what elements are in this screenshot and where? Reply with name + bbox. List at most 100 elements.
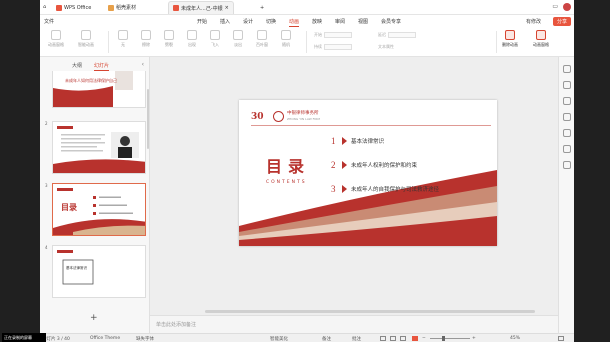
theme-name[interactable]: Office Theme	[90, 336, 120, 341]
sorter-view-icon[interactable]	[390, 336, 396, 341]
toc-arrow-icon	[342, 185, 347, 193]
effect-blinds[interactable]: 百叶窗	[256, 30, 268, 48]
normal-view-icon[interactable]	[380, 336, 386, 341]
play-icon[interactable]	[412, 336, 418, 341]
tab-templates[interactable]: 稻壳素材	[104, 1, 140, 14]
magic-icon[interactable]	[563, 129, 571, 137]
ribbon-divider	[108, 31, 109, 53]
ribbon-animation-pane-left[interactable]: 动画窗格	[48, 30, 64, 48]
close-tab-icon[interactable]: ×	[225, 5, 229, 11]
menu-home[interactable]: 开始	[197, 18, 207, 25]
window-controls: ▭	[552, 3, 571, 11]
effect-fade[interactable]: 淡出	[233, 30, 243, 48]
recording-label: 正在录制的屏幕	[2, 333, 46, 342]
menu-slideshow[interactable]: 放映	[312, 18, 322, 25]
tab-document[interactable]: 未成年人...己-中银 ×	[168, 1, 234, 14]
ribbon-label: 擦除	[142, 42, 150, 47]
toc-number: 2	[331, 160, 336, 170]
collapse-panel-icon[interactable]: ‹	[142, 61, 144, 68]
reading-view-icon[interactable]	[400, 336, 406, 341]
thumbnail-number: 3	[45, 183, 48, 188]
zoom-slider[interactable]	[430, 338, 470, 339]
effect-none[interactable]: 无	[118, 30, 128, 48]
thumbnail-number: 4	[45, 245, 48, 250]
toc-item-3[interactable]: 3 未成年人的自我保护与司法救济途径	[331, 184, 439, 194]
style-icon[interactable]	[563, 81, 571, 89]
delete-animation-button[interactable]: 删除动画	[502, 30, 518, 48]
zoom-knob[interactable]	[442, 336, 445, 341]
duration-input[interactable]	[324, 44, 352, 50]
panel-tabs: 大纲 幻灯片 ‹	[40, 57, 150, 71]
missing-font[interactable]: 缺失字体	[136, 336, 154, 342]
layout-icon[interactable]: ▭	[552, 3, 558, 11]
effect-appear[interactable]: 出现	[187, 30, 197, 48]
menu-view[interactable]: 视图	[358, 18, 368, 25]
horizontal-scrollbar[interactable]	[205, 310, 535, 313]
effect-icon	[281, 30, 291, 40]
ribbon-label: 智能动画	[78, 42, 94, 47]
option-label: 开始	[314, 32, 322, 37]
effect-icon	[257, 30, 267, 40]
animation-pane-button[interactable]: 动画窗格	[533, 30, 549, 48]
delay-input[interactable]	[388, 32, 416, 38]
menu-member[interactable]: 会员专享	[381, 18, 401, 25]
slide-contents-label[interactable]: CONTENTS	[266, 180, 307, 185]
effect-wipe[interactable]: 擦除	[141, 30, 151, 48]
thumbnail-title: 未成年人如何用法律保护自己	[65, 78, 117, 83]
toc-text: 基本法律常识	[351, 139, 385, 145]
ribbon-label: 动画窗格	[48, 42, 64, 47]
toc-item-2[interactable]: 2 未成年人权利的保护和约束	[331, 160, 417, 170]
tab-outline[interactable]: 大纲	[72, 62, 82, 69]
option-text-props[interactable]: 文本属性	[378, 44, 394, 50]
zoom-in-icon[interactable]: +	[472, 336, 476, 341]
menu-insert[interactable]: 插入	[220, 18, 230, 25]
ribbon-smart-animation[interactable]: 智能动画	[78, 30, 94, 48]
history-icon[interactable]	[563, 145, 571, 153]
menu-design[interactable]: 设计	[243, 18, 253, 25]
slide-editor[interactable]: 30 中银律师事务所 ZHONG YIN LAW FIRM 目录 CONTENT…	[239, 100, 497, 246]
effect-split[interactable]: 劈裂	[164, 30, 174, 48]
toc-arrow-icon	[342, 137, 347, 145]
ribbon-label: 随机	[282, 42, 290, 47]
menu-transition[interactable]: 切换	[266, 18, 276, 25]
zoom-out-icon[interactable]: −	[422, 336, 426, 341]
notes-input[interactable]: 单击此处添加备注	[150, 315, 562, 333]
tab-wps-office[interactable]: WPS Office	[52, 1, 95, 14]
add-slide-button[interactable]: +	[90, 313, 98, 323]
menu-review[interactable]: 审阅	[335, 18, 345, 25]
settings-icon[interactable]	[563, 161, 571, 169]
comments-toggle[interactable]: 批注	[352, 336, 361, 342]
avatar[interactable]	[563, 3, 571, 11]
property-icon[interactable]	[563, 65, 571, 73]
sync-status[interactable]: 有修改	[526, 18, 541, 25]
slide-position: 幻灯片 3 / 40	[42, 337, 70, 342]
thumbnail-number: 2	[45, 121, 48, 126]
effect-fly-in[interactable]: 飞入	[210, 30, 220, 48]
share-button[interactable]: 分享	[552, 17, 571, 26]
smart-beautify[interactable]: 智能美化	[270, 336, 288, 342]
notes-toggle[interactable]: 备注	[322, 336, 331, 342]
animation-pane-icon	[536, 30, 546, 40]
slide-title[interactable]: 目录	[266, 153, 310, 177]
animation-pane-icon	[51, 30, 61, 40]
layout-icon[interactable]	[563, 113, 571, 121]
zoom-level[interactable]: 45%	[510, 336, 520, 341]
plus-label: +	[260, 4, 265, 11]
home-icon[interactable]: ⌂	[43, 4, 46, 10]
smart-animation-icon	[81, 30, 91, 40]
new-tab-button[interactable]: +	[256, 1, 268, 14]
tab-label: 稻壳素材	[116, 5, 137, 11]
thumbnail-title: 目录	[61, 203, 77, 212]
start-select[interactable]	[324, 32, 352, 38]
star-icon[interactable]	[563, 97, 571, 105]
toc-item-1[interactable]: 1 基本法律常识	[331, 136, 384, 146]
wps-logo-icon	[56, 4, 62, 11]
animation-ribbon: 动画窗格 智能动画 无 擦除 劈裂 出现 飞入 淡出 百叶窗 随机 开始 持续 …	[40, 27, 574, 57]
ribbon-label: 动画窗格	[533, 42, 549, 47]
panel-scrollbar[interactable]	[147, 89, 149, 149]
fit-window-icon[interactable]	[558, 336, 564, 341]
menu-animation[interactable]: 动画	[289, 18, 300, 27]
menu-file[interactable]: 文件	[44, 18, 54, 25]
tab-slides[interactable]: 幻灯片	[94, 62, 110, 71]
effect-random[interactable]: 随机	[281, 30, 291, 48]
